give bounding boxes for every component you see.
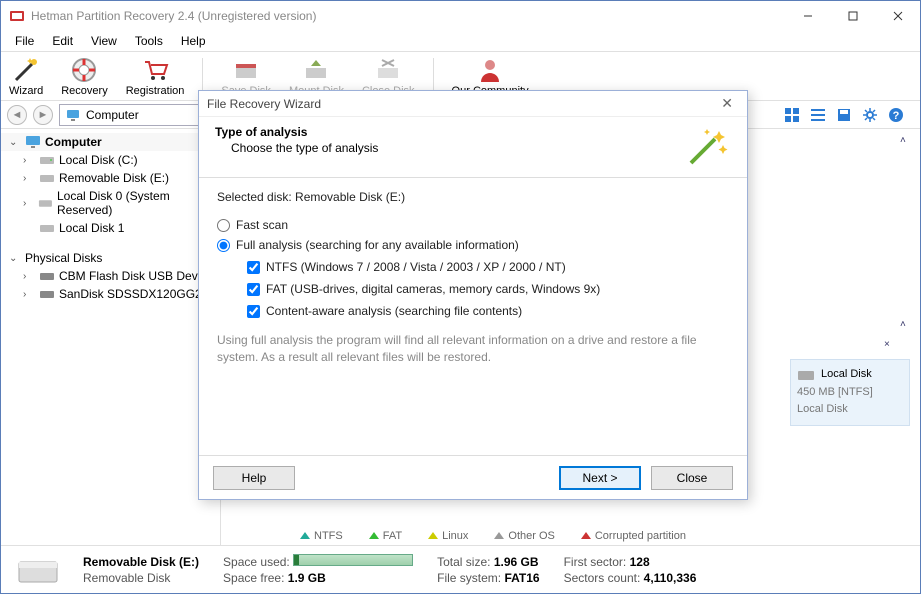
next-button[interactable]: Next > — [559, 466, 641, 490]
dialog-note: Using full analysis the program will fin… — [217, 332, 729, 366]
fat-input[interactable] — [247, 283, 260, 296]
dialog-subheading: Choose the type of analysis — [231, 141, 685, 155]
close-dialog-button[interactable]: Close — [651, 466, 733, 490]
wand-stars-icon — [685, 125, 731, 167]
ntfs-label: NTFS (Windows 7 / 2008 / Vista / 2003 / … — [266, 260, 566, 274]
dialog-header: Type of analysis Choose the type of anal… — [199, 117, 747, 178]
content-label: Content-aware analysis (searching file c… — [266, 304, 522, 318]
full-analysis-radio[interactable]: Full analysis (searching for any availab… — [217, 238, 729, 252]
selected-disk-label: Selected disk: Removable Disk (E:) — [217, 190, 729, 204]
dialog-body: Selected disk: Removable Disk (E:) Fast … — [199, 178, 747, 455]
file-recovery-wizard-dialog: File Recovery Wizard ✕ Type of analysis … — [198, 90, 748, 500]
dialog-footer: Help Next > Close — [199, 455, 747, 499]
fast-scan-radio[interactable]: Fast scan — [217, 218, 729, 232]
fast-scan-input[interactable] — [217, 219, 230, 232]
dialog-close-button[interactable]: ✕ — [715, 95, 739, 112]
fat-checkbox[interactable]: FAT (USB-drives, digital cameras, memory… — [247, 282, 729, 296]
content-checkbox[interactable]: Content-aware analysis (searching file c… — [247, 304, 729, 318]
full-analysis-label: Full analysis (searching for any availab… — [236, 238, 519, 252]
help-button[interactable]: Help — [213, 466, 295, 490]
dialog-heading: Type of analysis — [215, 125, 685, 139]
fat-label: FAT (USB-drives, digital cameras, memory… — [266, 282, 600, 296]
ntfs-input[interactable] — [247, 261, 260, 274]
ntfs-checkbox[interactable]: NTFS (Windows 7 / 2008 / Vista / 2003 / … — [247, 260, 729, 274]
dialog-title: File Recovery Wizard — [207, 97, 321, 111]
dialog-titlebar: File Recovery Wizard ✕ — [199, 91, 747, 117]
fast-scan-label: Fast scan — [236, 218, 288, 232]
full-analysis-input[interactable] — [217, 239, 230, 252]
content-input[interactable] — [247, 305, 260, 318]
dialog-overlay: File Recovery Wizard ✕ Type of analysis … — [0, 0, 921, 594]
